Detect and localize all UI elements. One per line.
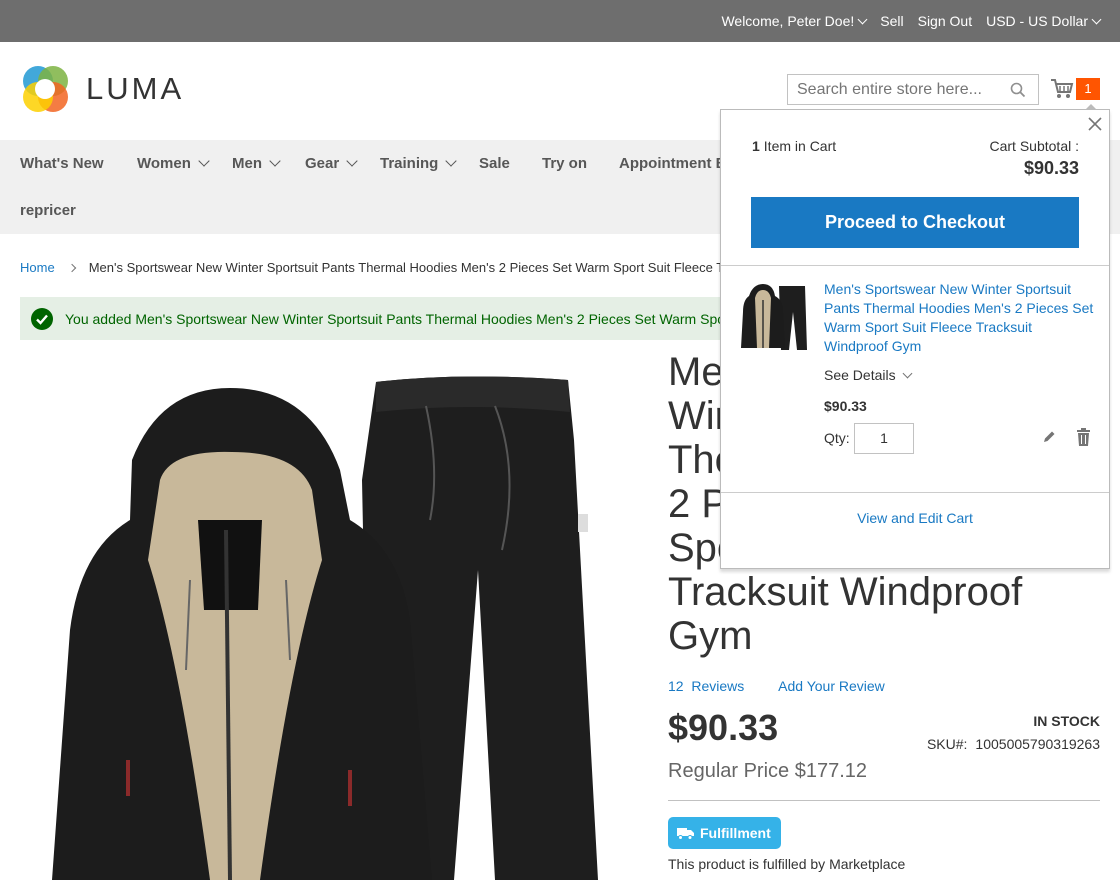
product-title-line: Gym xyxy=(668,614,753,658)
sku: SKU#: 1005005790319263 xyxy=(927,736,1100,752)
search-box xyxy=(787,74,1039,105)
nav-label: Gear xyxy=(305,155,340,172)
subtotal-label: Cart Subtotal : xyxy=(989,138,1080,154)
shopping-cart-icon xyxy=(1051,79,1074,98)
success-message-text: You added Men's Sportswear New Winter Sp… xyxy=(65,311,720,327)
divider xyxy=(668,800,1100,801)
divider xyxy=(721,492,1109,493)
welcome-text: Welcome, Peter Doe! xyxy=(721,13,855,29)
chevron-down-icon xyxy=(269,155,281,167)
pencil-icon[interactable] xyxy=(1041,429,1057,445)
nav-item-women[interactable]: Women xyxy=(137,155,210,172)
nav-label: Women xyxy=(137,155,191,172)
top-panel: Welcome, Peter Doe! Sell Sign Out USD - … xyxy=(0,0,1120,42)
nav-item-whats-new[interactable]: What's New xyxy=(20,155,104,172)
trash-icon[interactable] xyxy=(1076,428,1091,446)
check-circle-icon xyxy=(31,308,53,330)
nav-label: Appointment B xyxy=(619,155,727,172)
product-image[interactable] xyxy=(40,360,620,880)
product-title-line: Tracksuit Windproof xyxy=(668,570,1023,614)
chevron-down-icon xyxy=(445,155,458,167)
search-icon[interactable] xyxy=(1010,82,1026,98)
nav-label: Sale xyxy=(479,155,510,172)
search-input[interactable] xyxy=(788,75,1038,104)
cart-item-thumbnail[interactable] xyxy=(739,282,809,352)
cart-count-badge: 1 xyxy=(1076,78,1100,100)
customer-welcome-menu[interactable]: Welcome, Peter Doe! xyxy=(721,13,868,29)
subtotal-amount: $90.33 xyxy=(1023,158,1079,178)
luma-logo-icon xyxy=(23,66,68,112)
chevron-right-icon xyxy=(67,263,76,273)
nav-item-repricer[interactable]: repricer xyxy=(20,202,76,219)
breadcrumb-home-link[interactable]: Home xyxy=(20,260,55,275)
nav-label: What's New xyxy=(20,155,104,172)
proceed-to-checkout-button[interactable]: Proceed to Checkout xyxy=(751,197,1079,248)
qty-label: Qty: xyxy=(824,430,850,446)
nav-item-sale[interactable]: Sale xyxy=(479,155,510,172)
nav-label: Training xyxy=(380,155,439,172)
minicart-items-count: 1 Item in Cart xyxy=(752,138,836,154)
nav-label: Try on xyxy=(542,155,588,172)
nav-item-appointment[interactable]: Appointment B xyxy=(619,155,726,172)
sign-out-link[interactable]: Sign Out xyxy=(918,13,972,29)
nav-label: repricer xyxy=(20,202,76,219)
sell-link[interactable]: Sell xyxy=(880,13,903,29)
reviews-count: 12 xyxy=(668,678,684,694)
cart-item-price: $90.33 xyxy=(824,398,867,414)
add-review-link[interactable]: Add Your Review xyxy=(778,678,885,694)
top-links: Welcome, Peter Doe! Sell Sign Out USD - … xyxy=(721,0,1102,42)
logo-text: LUMA xyxy=(86,71,185,106)
logo-link[interactable]: LUMA xyxy=(20,64,184,114)
divider xyxy=(721,265,1109,266)
success-message: You added Men's Sportswear New Winter Sp… xyxy=(20,297,720,340)
nav-item-men[interactable]: Men xyxy=(232,155,281,172)
truck-icon xyxy=(677,827,694,840)
cart-item-name-link[interactable]: Men's Sportswear New Winter Sportsuit Pa… xyxy=(824,280,1094,356)
review-links: 12 Reviews Add Your Review xyxy=(668,678,885,694)
chevron-down-icon xyxy=(902,368,913,379)
nav-label: Men xyxy=(232,155,262,172)
minicart-dropdown: 1 Item in Cart Cart Subtotal : $90.33 Pro… xyxy=(720,104,1110,569)
fulfillment-badge: Fulfillment xyxy=(668,817,781,849)
sku-value: 1005005790319263 xyxy=(975,736,1100,752)
see-details-toggle[interactable]: See Details xyxy=(824,367,913,383)
nav-item-gear[interactable]: Gear xyxy=(305,155,358,172)
stock-status: IN STOCK xyxy=(1033,713,1100,729)
close-icon[interactable] xyxy=(1087,116,1103,132)
product-price: $90.33 xyxy=(668,707,779,748)
regular-price: Regular Price $177.12 xyxy=(668,760,868,782)
reviews-link[interactable]: 12 Reviews xyxy=(668,678,744,694)
currency-label: USD - US Dollar xyxy=(986,13,1088,29)
nav-item-training[interactable]: Training xyxy=(380,155,458,172)
chevron-down-icon xyxy=(198,155,210,167)
qty-input[interactable]: 1 xyxy=(854,423,914,454)
nav-item-try-on[interactable]: Try on xyxy=(542,155,587,172)
items-count: 1 xyxy=(752,138,760,154)
sku-label: SKU#: xyxy=(926,736,968,752)
see-details-label: See Details xyxy=(824,367,896,383)
view-and-edit-cart-link[interactable]: View and Edit Cart xyxy=(721,510,1109,526)
fulfillment-label: Fulfillment xyxy=(700,825,771,841)
reviews-label: Reviews xyxy=(691,678,745,694)
chevron-down-icon xyxy=(857,14,868,25)
chevron-down-icon xyxy=(346,155,358,167)
items-label: Item in Cart xyxy=(763,138,837,154)
fulfillment-note: This product is fulfilled by Marketplace xyxy=(668,856,906,872)
chevron-down-icon xyxy=(1091,14,1102,25)
currency-switcher[interactable]: USD - US Dollar xyxy=(986,13,1102,29)
